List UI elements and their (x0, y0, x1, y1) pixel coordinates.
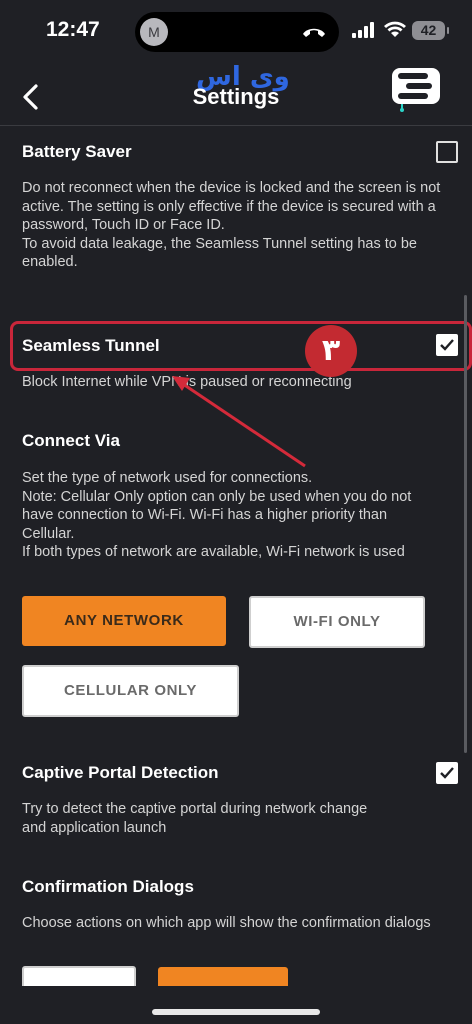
captive-portal-description: Try to detect the captive portal during … (22, 801, 368, 836)
status-time: 12:47 (46, 18, 100, 41)
seamless-tunnel-title: Seamless Tunnel (22, 336, 160, 355)
end-call-icon (303, 28, 325, 37)
settings-scroll-area[interactable]: Battery Saver Do not reconnect when the … (0, 126, 472, 986)
confirmation-dialogs-title: Confirmation Dialogs (22, 877, 194, 896)
navigation-header: وی اس Settings (0, 62, 472, 126)
seamless-tunnel-checkbox[interactable] (436, 334, 458, 356)
dynamic-island: M (135, 12, 339, 52)
connect-via-description: Set the type of network used for connect… (22, 470, 412, 560)
cellular-signal-icon (352, 22, 374, 38)
any-network-button[interactable]: ANY NETWORK (22, 596, 226, 646)
battery-saver-title: Battery Saver (22, 142, 132, 161)
seamless-tunnel-description: Block Internet while VPN is paused or re… (22, 374, 352, 390)
scrollbar[interactable] (464, 295, 467, 753)
brand-logo-icon (392, 68, 440, 112)
confirmation-option-button-1[interactable] (22, 966, 136, 986)
battery-saver-description: Do not reconnect when the device is lock… (22, 180, 441, 270)
battery-saver-checkbox[interactable] (436, 141, 458, 163)
captive-portal-checkbox[interactable] (436, 762, 458, 784)
wifi-only-button[interactable]: WI-FI ONLY (249, 596, 425, 648)
confirmation-option-button-2[interactable] (158, 967, 288, 986)
wifi-icon (384, 21, 406, 37)
connect-via-title: Connect Via (22, 431, 120, 450)
confirmation-dialogs-description: Choose actions on which app will show th… (22, 915, 431, 931)
cellular-only-button[interactable]: CELLULAR ONLY (22, 665, 239, 717)
captive-portal-title: Captive Portal Detection (22, 763, 219, 782)
home-indicator[interactable] (152, 1009, 320, 1015)
status-bar: 12:47 M 42 (0, 0, 472, 62)
checkmark-icon (440, 767, 454, 779)
annotation-step-badge: ۳ (305, 325, 357, 377)
battery-indicator: 42 (412, 21, 449, 40)
avatar: M (140, 18, 168, 46)
checkmark-icon (440, 339, 454, 351)
